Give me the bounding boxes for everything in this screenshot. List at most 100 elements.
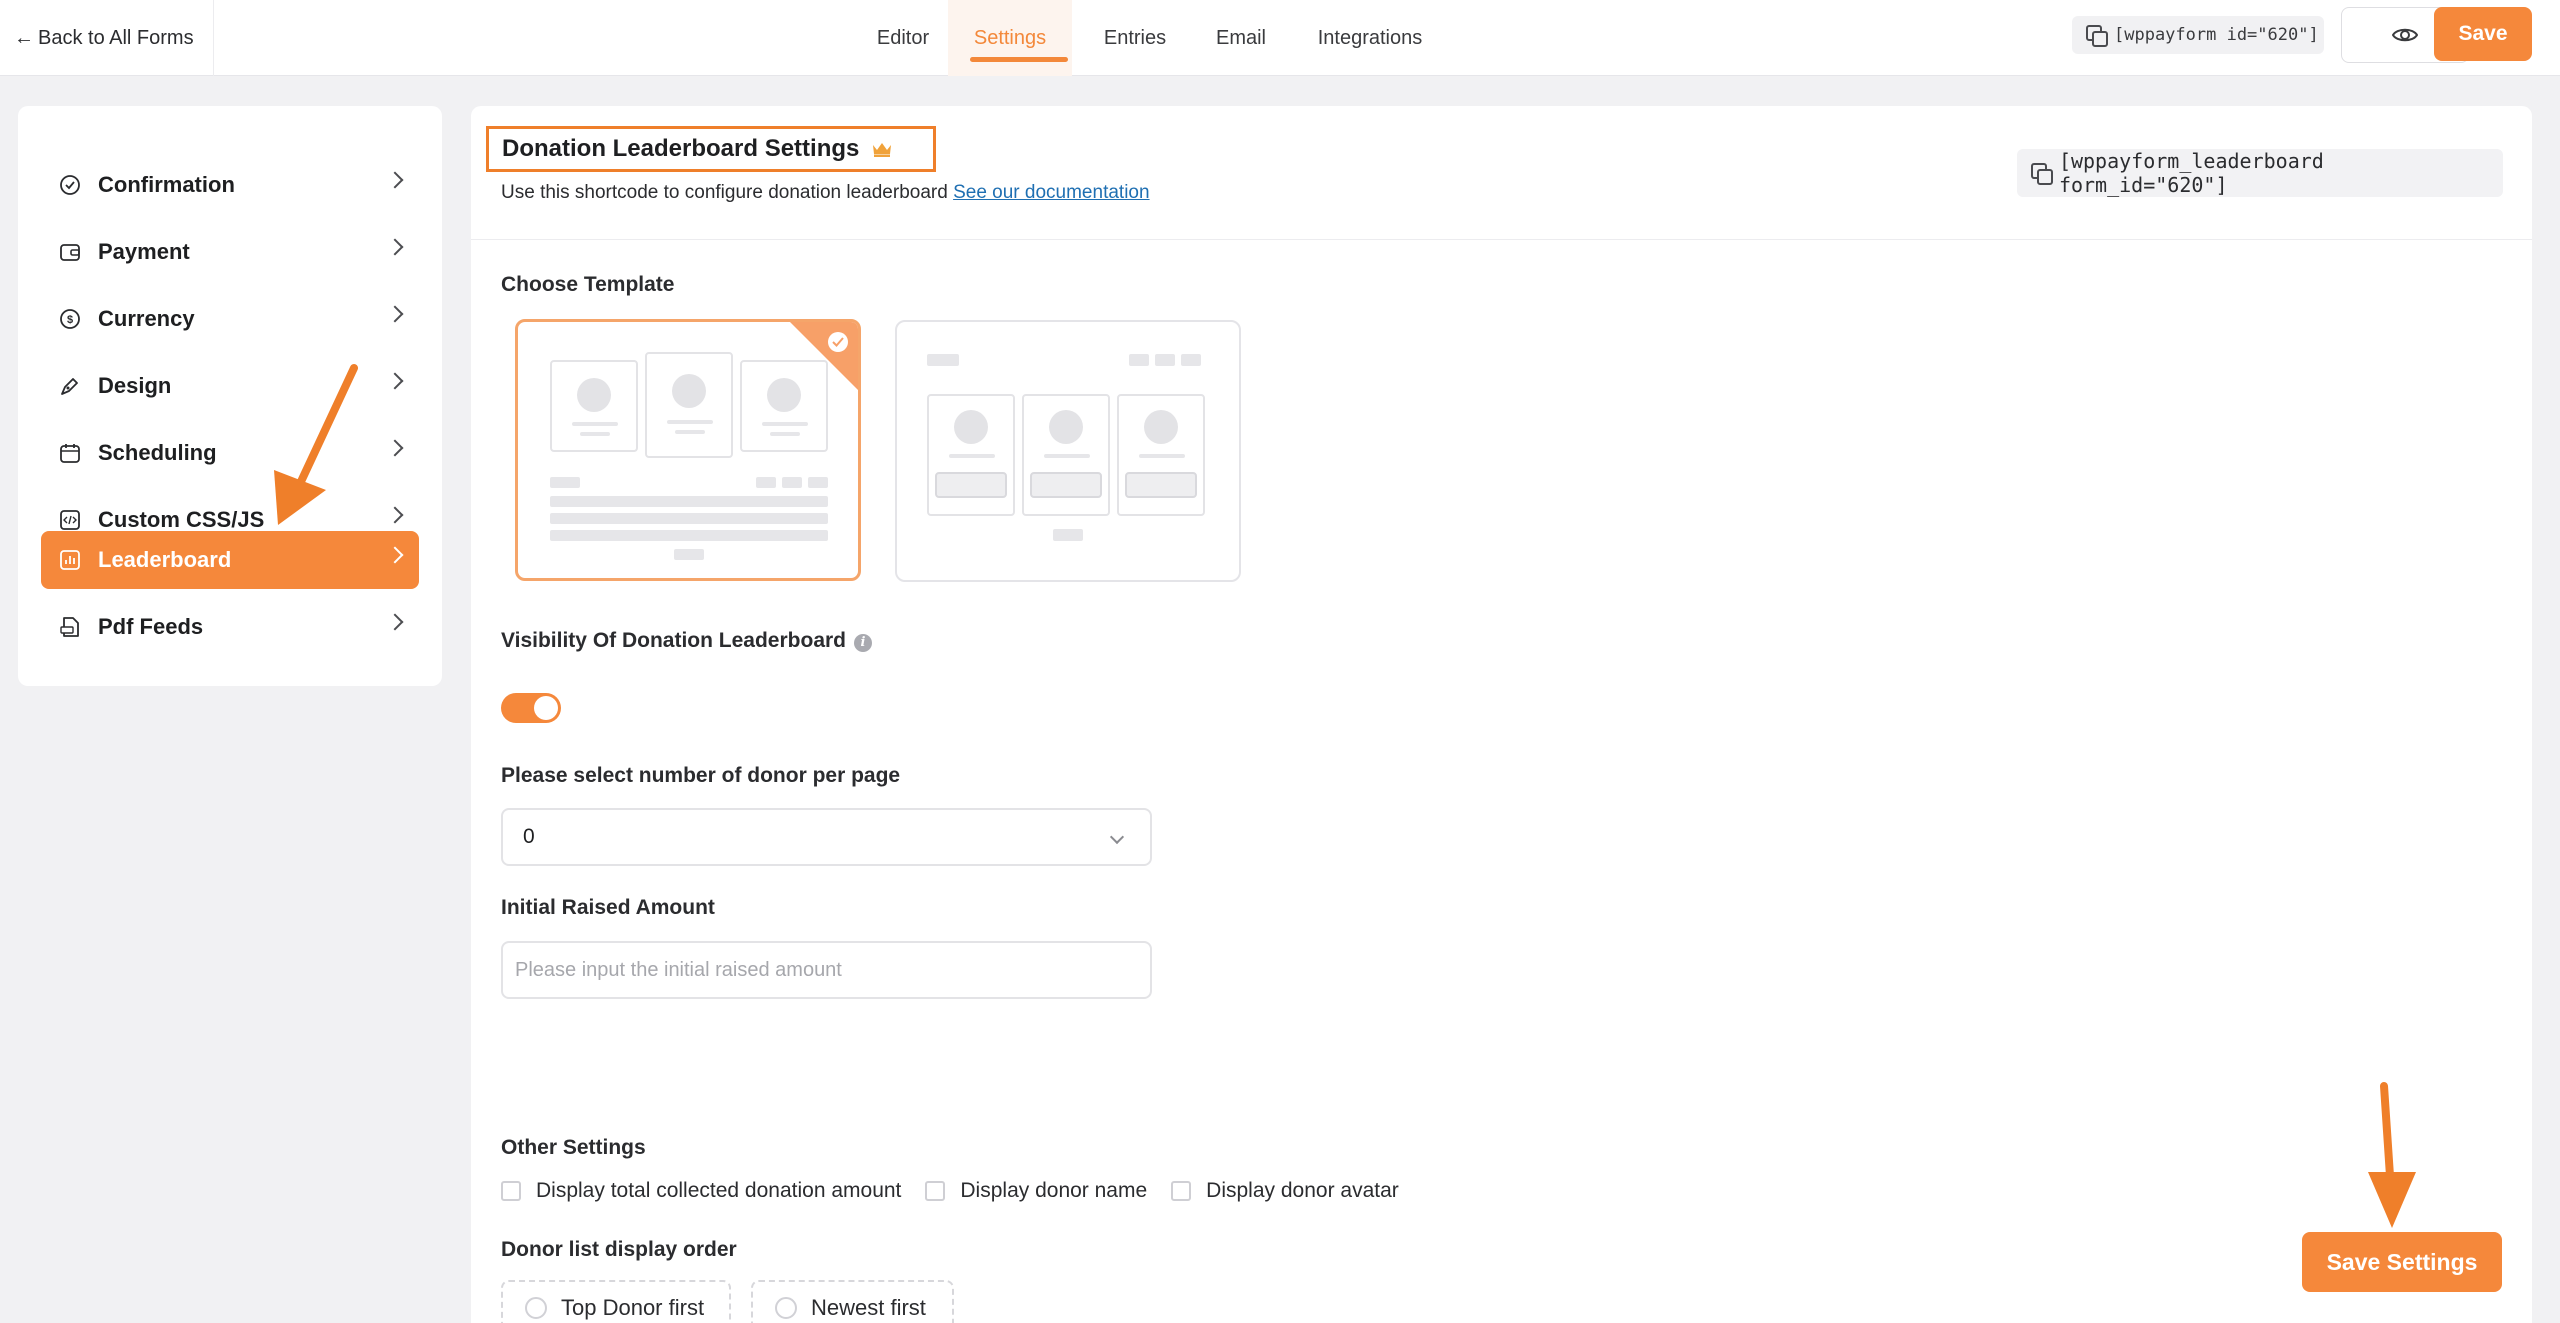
code-icon bbox=[58, 508, 82, 532]
visibility-label: Visibility Of Donation Leaderboard i bbox=[501, 629, 872, 653]
option-total-collected[interactable]: Display total collected donation amount bbox=[501, 1179, 901, 1203]
sidebar-item-label: Payment bbox=[98, 239, 190, 264]
sidebar-item-leaderboard[interactable]: Leaderboard bbox=[41, 531, 419, 589]
save-settings-button[interactable]: Save Settings bbox=[2302, 1232, 2502, 1292]
copy-icon bbox=[2031, 163, 2053, 185]
pdf-icon bbox=[58, 615, 82, 639]
pen-icon bbox=[58, 374, 82, 398]
chart-icon bbox=[58, 548, 82, 572]
visibility-toggle[interactable] bbox=[501, 693, 561, 723]
template-card bbox=[645, 352, 733, 458]
sidebar-item-confirmation[interactable]: Confirmation bbox=[41, 156, 419, 214]
calendar-icon bbox=[58, 441, 82, 465]
sidebar-item-label: Currency bbox=[98, 306, 195, 331]
form-shortcode-text: [wppayform id="620"] bbox=[2114, 25, 2319, 45]
dollar-circle-icon: $ bbox=[58, 307, 82, 331]
tab-email[interactable]: Email bbox=[1206, 0, 1276, 76]
radio-circle[interactable] bbox=[775, 1297, 797, 1319]
sidebar-item-label: Pdf Feeds bbox=[98, 614, 204, 639]
tab-settings[interactable]: Settings bbox=[948, 0, 1072, 76]
checkbox[interactable] bbox=[925, 1181, 946, 1201]
save-button[interactable]: Save bbox=[2434, 7, 2532, 61]
choose-template-label: Choose Template bbox=[501, 273, 675, 296]
tab-label: Editor bbox=[876, 26, 930, 49]
leaderboard-settings-panel: Donation Leaderboard Settings Use this s… bbox=[471, 106, 2532, 1323]
tab-label: Email bbox=[1215, 26, 1266, 49]
other-settings-options: Display total collected donation amount … bbox=[501, 1176, 1423, 1206]
arrow-left-icon: ← bbox=[14, 26, 34, 49]
other-settings-label: Other Settings bbox=[501, 1136, 646, 1159]
chevron-right-icon bbox=[386, 439, 404, 457]
option-donor-avatar[interactable]: Display donor avatar bbox=[1171, 1179, 1399, 1203]
radio-label: Top Donor first bbox=[561, 1295, 705, 1320]
back-link-label: Back to All Forms bbox=[38, 26, 194, 49]
title-highlight-box: Donation Leaderboard Settings bbox=[486, 126, 936, 172]
chevron-right-icon bbox=[386, 372, 404, 390]
leaderboard-shortcode-copy[interactable]: [wppayform_leaderboard form_id="620"] bbox=[2017, 149, 2503, 197]
template-card bbox=[550, 360, 638, 452]
checkbox[interactable] bbox=[501, 1181, 521, 1201]
documentation-link[interactable]: See our documentation bbox=[953, 182, 1149, 203]
top-bar: ← Back to All Forms Editor Settings Entr… bbox=[0, 0, 2560, 76]
chevron-right-icon bbox=[386, 506, 404, 524]
initial-raised-input[interactable] bbox=[501, 941, 1152, 999]
template-card bbox=[1022, 394, 1110, 516]
order-top-donor-first[interactable]: Top Donor first bbox=[501, 1280, 731, 1323]
visibility-label-text: Visibility Of Donation Leaderboard bbox=[501, 629, 846, 652]
chevron-right-icon bbox=[386, 613, 404, 631]
donor-per-page-value: 0 bbox=[523, 825, 535, 848]
template-option-2[interactable] bbox=[895, 320, 1241, 582]
chevron-down-icon bbox=[1109, 829, 1125, 845]
order-newest-first[interactable]: Newest first bbox=[751, 1280, 954, 1323]
sidebar-item-pdf-feeds[interactable]: Pdf Feeds bbox=[41, 598, 419, 656]
tab-label: Integrations bbox=[1317, 26, 1423, 49]
svg-text:$: $ bbox=[67, 314, 73, 326]
back-to-forms-link[interactable]: ← Back to All Forms bbox=[0, 0, 214, 76]
initial-raised-label: Initial Raised Amount bbox=[501, 896, 715, 919]
sidebar-item-label: Custom CSS/JS bbox=[98, 507, 265, 532]
sidebar-item-label: Scheduling bbox=[98, 440, 217, 465]
tab-entries[interactable]: Entries bbox=[1092, 0, 1178, 76]
option-label: Display total collected donation amount bbox=[536, 1179, 902, 1202]
tab-integrations[interactable]: Integrations bbox=[1308, 0, 1432, 76]
chevron-right-icon bbox=[386, 171, 404, 189]
checkbox[interactable] bbox=[1171, 1181, 1192, 1201]
annotation-arrow-icon bbox=[2368, 1082, 2416, 1228]
selected-corner bbox=[788, 322, 858, 392]
donor-per-page-label: Please select number of donor per page bbox=[501, 764, 901, 787]
tab-label: Entries bbox=[1103, 26, 1167, 49]
sidebar-item-payment[interactable]: Payment bbox=[41, 223, 419, 281]
check-circle-icon bbox=[58, 173, 82, 197]
subtitle-text: Use this shortcode to configure donation… bbox=[501, 182, 948, 203]
form-shortcode-copy[interactable]: [wppayform id="620"] bbox=[2072, 16, 2324, 54]
wallet-icon bbox=[58, 240, 82, 264]
radio-label: Newest first bbox=[811, 1295, 926, 1320]
donor-per-page-select[interactable]: 0 bbox=[501, 808, 1152, 866]
template-card bbox=[1117, 394, 1205, 516]
settings-sidebar: Confirmation Payment $ Currency Design S… bbox=[18, 106, 442, 686]
annotation-arrow-icon bbox=[274, 364, 358, 525]
template-card bbox=[927, 394, 1015, 516]
sidebar-item-label: Design bbox=[98, 373, 172, 398]
page-subtitle: Use this shortcode to configure donation… bbox=[501, 182, 1150, 204]
copy-icon bbox=[2086, 25, 2108, 47]
sidebar-item-currency[interactable]: $ Currency bbox=[41, 290, 419, 348]
chevron-right-icon bbox=[386, 238, 404, 256]
chevron-right-icon bbox=[386, 305, 404, 323]
page-title: Donation Leaderboard Settings bbox=[502, 135, 860, 162]
tab-label: Settings bbox=[973, 26, 1047, 49]
template-option-1[interactable] bbox=[515, 319, 861, 581]
checkmark-icon bbox=[828, 332, 848, 352]
radio-circle[interactable] bbox=[525, 1297, 547, 1319]
option-donor-name[interactable]: Display donor name bbox=[925, 1179, 1147, 1203]
chevron-right-icon bbox=[386, 546, 404, 564]
panel-header: Donation Leaderboard Settings Use this s… bbox=[471, 106, 2532, 240]
tab-editor[interactable]: Editor bbox=[862, 0, 944, 76]
eye-icon bbox=[2392, 28, 2418, 42]
leaderboard-shortcode-text: [wppayform_leaderboard form_id="620"] bbox=[2058, 149, 2324, 197]
info-icon[interactable]: i bbox=[854, 633, 872, 652]
crown-icon bbox=[873, 143, 892, 157]
option-label: Display donor name bbox=[960, 1179, 1148, 1202]
display-order-label: Donor list display order bbox=[501, 1238, 737, 1261]
option-label: Display donor avatar bbox=[1206, 1179, 1399, 1202]
